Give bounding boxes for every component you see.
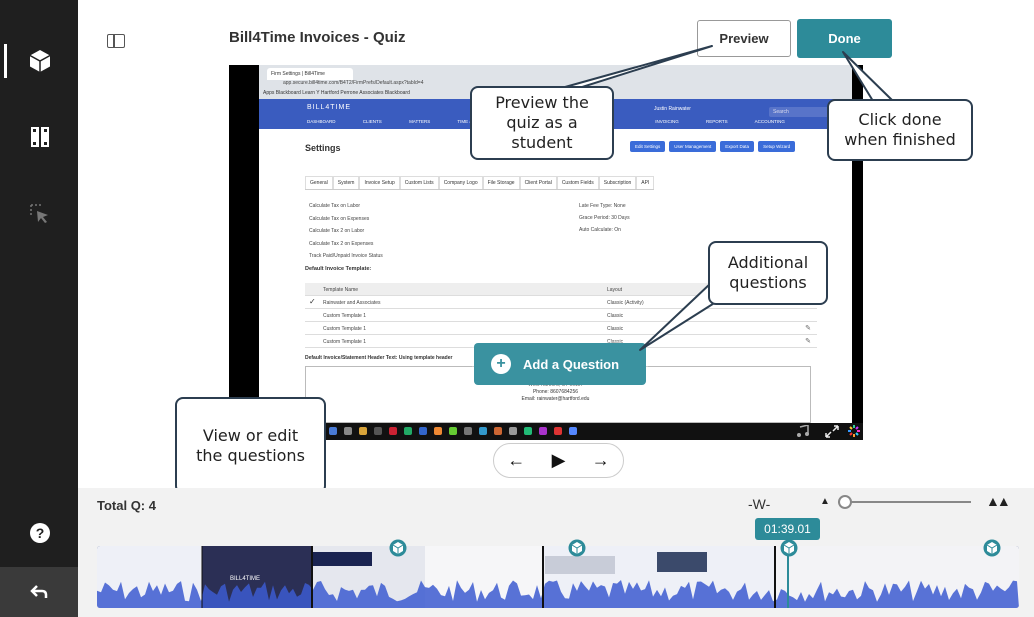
fee-options: Late Fee Type: None Grace Period: 30 Day… [579, 200, 630, 236]
settings-tabs: General System Invoice Setup Custom List… [305, 176, 655, 190]
app-menu-item: REPORTS [705, 119, 728, 124]
back-arrow-icon[interactable] [0, 567, 78, 617]
thumbnail-waveform: BILL4TIME [97, 546, 1019, 608]
option-item: Track Paid/Unpaid Invoice Status [309, 253, 383, 259]
settings-buttons: Edit Settings User Management Export Dat… [630, 141, 796, 152]
help-icon[interactable]: ? [24, 517, 56, 549]
preview-button[interactable]: Preview [697, 20, 791, 57]
option-item: Calculate Tax on Labor [309, 203, 361, 209]
option-item: Calculate Tax on Expenses [309, 215, 370, 222]
zoom-slider-handle[interactable] [837, 495, 852, 509]
option-item: Calculate Tax 2 on Expenses [309, 240, 374, 247]
cube-icon[interactable] [24, 45, 56, 77]
settings-tab: API [636, 176, 655, 189]
edit-icon: ✎ [805, 325, 811, 332]
done-callout: Click done when finished [827, 99, 973, 161]
settings-tab: File Storage [482, 176, 520, 189]
table-cell: Rainwater and Associates [323, 300, 381, 306]
split-video-icon[interactable] [24, 121, 56, 153]
column-header: Layout [607, 287, 623, 293]
plus-icon: + [491, 354, 511, 374]
current-time: 01:39.01 [755, 518, 820, 540]
settings-tab: Client Portal [519, 176, 557, 189]
table-cell: Custom Template 1 [323, 339, 366, 345]
settings-button: Edit Settings [630, 141, 666, 152]
table-cell: Custom Template 1 [323, 326, 366, 332]
option-item: Late Fee Type: None [579, 203, 626, 209]
question-marker[interactable] [780, 539, 798, 557]
app-menu-item: DASHBOARD [307, 119, 336, 124]
app-menu-item: MATTERS [409, 119, 431, 124]
tax-options: Calculate Tax on Labor Calculate Tax on … [309, 200, 383, 263]
left-toolbar: ? [0, 0, 78, 617]
edit-icon: ✎ [805, 338, 811, 345]
settings-button: User Management [669, 141, 717, 152]
music-icon [797, 425, 809, 437]
question-marker[interactable] [568, 539, 586, 557]
settings-tab: System [332, 176, 360, 189]
table-cell: Classic [607, 326, 624, 332]
arrow-right-icon[interactable]: → [592, 450, 610, 471]
add-question-label: Add a Question [523, 356, 620, 372]
sidebar-toggle-icon[interactable] [107, 34, 125, 48]
playback-controls: ← ▶ → [493, 443, 624, 478]
quiz-editor: ? Bill4Time Invoices - Quiz Preview Done… [0, 0, 1034, 617]
settings-button: Setup Wizard [758, 141, 796, 152]
done-button[interactable]: Done [797, 19, 892, 58]
header-text-label: Default Invoice/Statement Header Text: U… [305, 355, 453, 361]
table-cell: Custom Template 1 [323, 313, 366, 319]
settings-tab: Company Logo [438, 176, 483, 189]
address-line: Email: rainwater@hartford.edu [521, 396, 590, 402]
svg-text:?: ? [36, 525, 45, 541]
option-item: Grace Period: 30 Days [579, 215, 630, 221]
additional-callout: Additional questions [708, 241, 828, 305]
option-item: Calculate Tax 2 on Labor [309, 228, 365, 234]
zoom-in-icon[interactable]: ▲▲ [986, 493, 1011, 509]
play-icon[interactable]: ▶ [552, 450, 566, 471]
add-question-button[interactable]: + Add a Question [474, 343, 646, 385]
address-line: Phone: 8607684256 [532, 389, 579, 395]
browser-tab: Firm Settings | Bill4Time [267, 68, 353, 80]
settings-tab: Subscription [598, 176, 637, 189]
settings-tab: Invoice Setup [359, 176, 400, 189]
settings-heading: Settings [305, 143, 341, 153]
zoom-out-icon[interactable]: ▲ [820, 496, 830, 507]
table-cell: Classic (Activity) [607, 300, 644, 306]
settings-tab: Custom Fields [556, 176, 599, 189]
table-cell: Classic [607, 313, 624, 319]
browser-bookmarks: Apps Blackboard Learn Y Hartford Perrone… [263, 90, 410, 96]
app-menu-item: CLIENTS [362, 119, 382, 124]
settings-tab: General [305, 176, 333, 189]
timeline-strip[interactable]: BILL4TIME [97, 546, 1019, 608]
arrow-left-icon[interactable]: ← [507, 450, 525, 471]
question-marker[interactable] [983, 539, 1001, 557]
cursor-select-icon[interactable] [24, 198, 56, 230]
view-edit-callout: View or edit the questions [175, 397, 326, 494]
total-questions: Total Q: 4 [97, 498, 156, 513]
svg-text:BILL4TIME: BILL4TIME [230, 576, 260, 582]
check-icon: ✓ [309, 297, 316, 306]
table-row: Custom Template 1 Classic ✎ [305, 322, 817, 335]
spinner-icon [848, 425, 860, 437]
table-row: Custom Template 1 Classic [305, 309, 817, 322]
taskbar-icons [329, 427, 577, 435]
app-user: Justin Rainwater [654, 106, 691, 112]
default-template-heading: Default Invoice Template: [305, 266, 372, 272]
settings-button: Export Data [720, 141, 755, 152]
active-indicator [4, 44, 7, 78]
page-title: Bill4Time Invoices - Quiz [229, 29, 406, 46]
settings-tab: Custom Lists [399, 176, 439, 189]
question-marker[interactable] [389, 539, 407, 557]
option-item: Auto Calculate: On [579, 227, 621, 233]
expand-icon[interactable] [825, 425, 839, 438]
app-logo: BILL4TIME [307, 104, 352, 111]
zoom-slider[interactable] [838, 501, 971, 503]
app-menu-item: INVOICING [655, 119, 679, 124]
preview-callout: Preview the quiz as a student [470, 86, 614, 160]
waveform-icon[interactable]: -W- [748, 496, 770, 512]
column-header: Template Name [323, 287, 359, 293]
app-menu-item: ACCOUNTING [754, 119, 785, 124]
